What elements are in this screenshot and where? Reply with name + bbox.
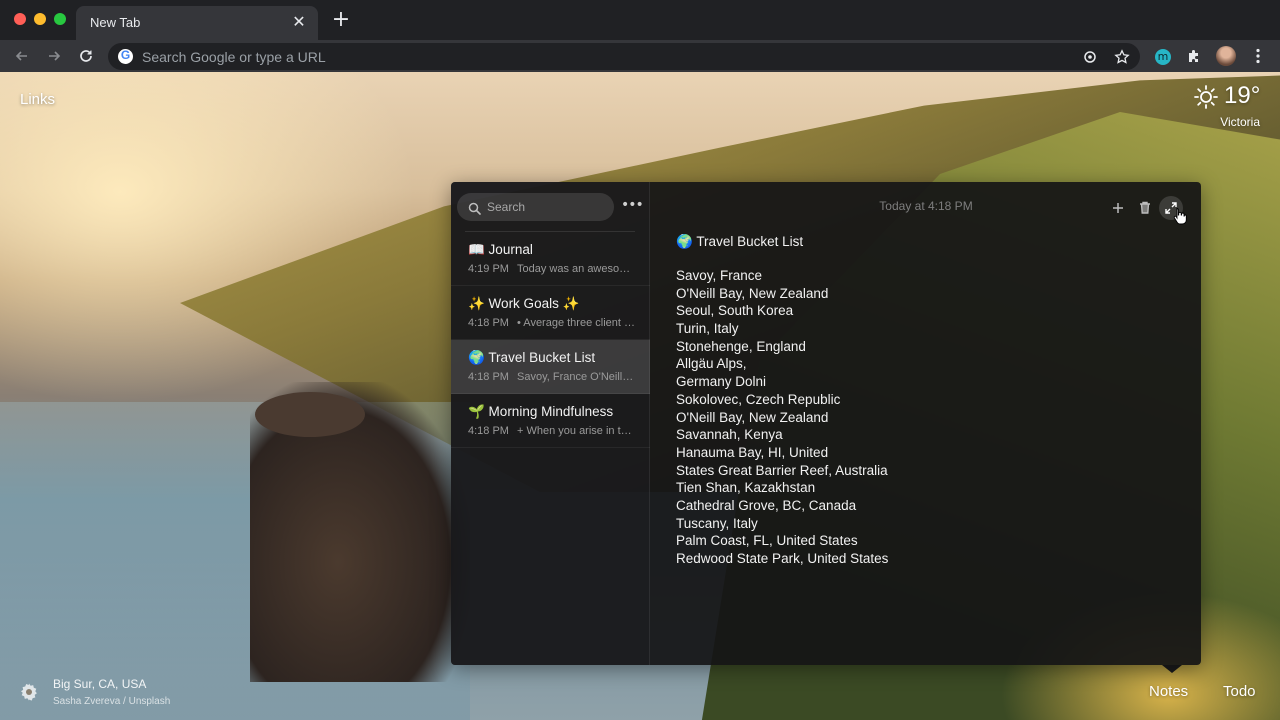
note-line: O'Neill Bay, New Zealand [676, 409, 829, 425]
note-heading: 🌍 Travel Bucket List [676, 234, 804, 249]
tab-strip: New Tab ✕ + [0, 0, 1280, 40]
notes-sidebar: ••• 📖 Journal 4:19 PM Today was an aweso… [451, 182, 650, 665]
plus-icon[interactable] [1106, 196, 1130, 220]
maximize-window-button[interactable] [54, 13, 66, 25]
note-line: States Great Barrier Reef, Australia [676, 462, 888, 478]
notes-button[interactable]: Notes [1149, 683, 1188, 700]
note-editor: Today at 4:18 PM 🌍 Travel Bucket List Sa… [651, 182, 1201, 665]
note-line: Palm Coast, FL, United States [676, 533, 858, 549]
hand-pointer-icon [1173, 207, 1187, 225]
arrow-left-icon[interactable] [10, 44, 34, 68]
weather-widget[interactable]: 19° Victoria [1190, 82, 1270, 130]
note-line: Stonehenge, England [676, 338, 806, 354]
note-line: Allgäu Alps, [676, 356, 747, 372]
close-window-button[interactable] [14, 13, 26, 25]
todo-button[interactable]: Todo [1223, 683, 1256, 700]
note-preview: • Average three client calls [517, 317, 635, 329]
note-line: Seoul, South Korea [676, 303, 794, 319]
reload-icon[interactable] [74, 44, 98, 68]
note-line: Sokolovec, Czech Republic [676, 391, 841, 407]
search-icon [468, 200, 481, 215]
star-icon[interactable] [1112, 47, 1132, 67]
tab-close-icon[interactable]: ✕ [290, 12, 308, 31]
profile-avatar[interactable] [1215, 45, 1237, 67]
note-line: O'Neill Bay, New Zealand [676, 285, 829, 301]
lens-icon[interactable] [1080, 47, 1100, 67]
more-options-button[interactable]: ••• [621, 195, 644, 215]
gear-icon[interactable] [19, 682, 39, 702]
note-time: 4:18 PM [468, 317, 509, 329]
note-list-item-morning-mindfulness[interactable]: 🌱 Morning Mindfulness 4:18 PM + When you… [451, 394, 650, 448]
weather-location: Victoria [1220, 115, 1260, 129]
puzzle-icon[interactable] [1183, 45, 1205, 67]
tab-title: New Tab [90, 15, 141, 30]
address-input[interactable] [142, 47, 1042, 66]
rock [255, 392, 365, 437]
note-time: 4:18 PM [468, 371, 509, 383]
note-title: 🌱 Morning Mindfulness [468, 404, 614, 419]
notes-search-input[interactable] [487, 198, 607, 216]
photo-credit[interactable]: Sasha Zvereva / Unsplash [53, 696, 170, 707]
minimize-window-button[interactable] [34, 13, 46, 25]
new-tab-button[interactable]: + [330, 8, 352, 32]
note-list-item-work-goals[interactable]: ✨ Work Goals ✨ 4:18 PM • Average three c… [451, 286, 650, 340]
note-line: Cathedral Grove, BC, Canada [676, 497, 857, 513]
notes-popup-caret [1162, 665, 1182, 673]
note-line: Tuscany, Italy [676, 515, 758, 531]
note-preview: Today was an awesome day [517, 263, 635, 275]
note-line: Redwood State Park, United States [676, 551, 889, 566]
momentum-extension-icon[interactable]: m [1152, 45, 1174, 67]
browser-toolbar: G m [0, 40, 1280, 72]
photo-location[interactable]: Big Sur, CA, USA [53, 677, 146, 691]
note-title: ✨ Work Goals ✨ [468, 296, 580, 311]
note-preview: + When you arise in the morning [517, 425, 635, 437]
note-line: Tien Shan, Kazakhstan [676, 480, 816, 496]
note-list-item-journal[interactable]: 📖 Journal 4:19 PM Today was an awesome d… [451, 232, 650, 286]
weather-temperature: 19° [1224, 82, 1261, 109]
tab-new-tab[interactable]: New Tab ✕ [76, 6, 318, 40]
note-line: Hanauma Bay, HI, United [676, 444, 829, 460]
note-title: 📖 Journal [468, 242, 533, 257]
vertical-dots-icon[interactable] [1247, 45, 1269, 67]
note-preview: Savoy, France O'Neill Bay [517, 371, 635, 383]
google-icon: G [118, 48, 133, 64]
notes-panel: ••• 📖 Journal 4:19 PM Today was an aweso… [451, 182, 1201, 665]
sun-icon [1193, 84, 1219, 110]
links-button[interactable]: Links [20, 91, 55, 108]
note-time: 4:19 PM [468, 263, 509, 275]
note-line: Savannah, Kenya [676, 427, 783, 443]
note-line: Savoy, France [676, 268, 763, 283]
arrow-right-icon[interactable] [42, 44, 66, 68]
trash-icon[interactable] [1133, 196, 1157, 220]
note-title: 🌍 Travel Bucket List [468, 350, 596, 365]
note-list-item-travel-bucket-list[interactable]: 🌍 Travel Bucket List 4:18 PM Savoy, Fran… [451, 340, 650, 394]
note-line: Germany Dolni [676, 374, 767, 390]
note-line: Turin, Italy [676, 321, 739, 337]
note-content[interactable]: 🌍 Travel Bucket List Savoy, France O'Nei… [676, 233, 1176, 568]
notes-search[interactable] [457, 193, 614, 221]
address-bar[interactable]: G [108, 43, 1140, 70]
note-time: 4:18 PM [468, 425, 509, 437]
